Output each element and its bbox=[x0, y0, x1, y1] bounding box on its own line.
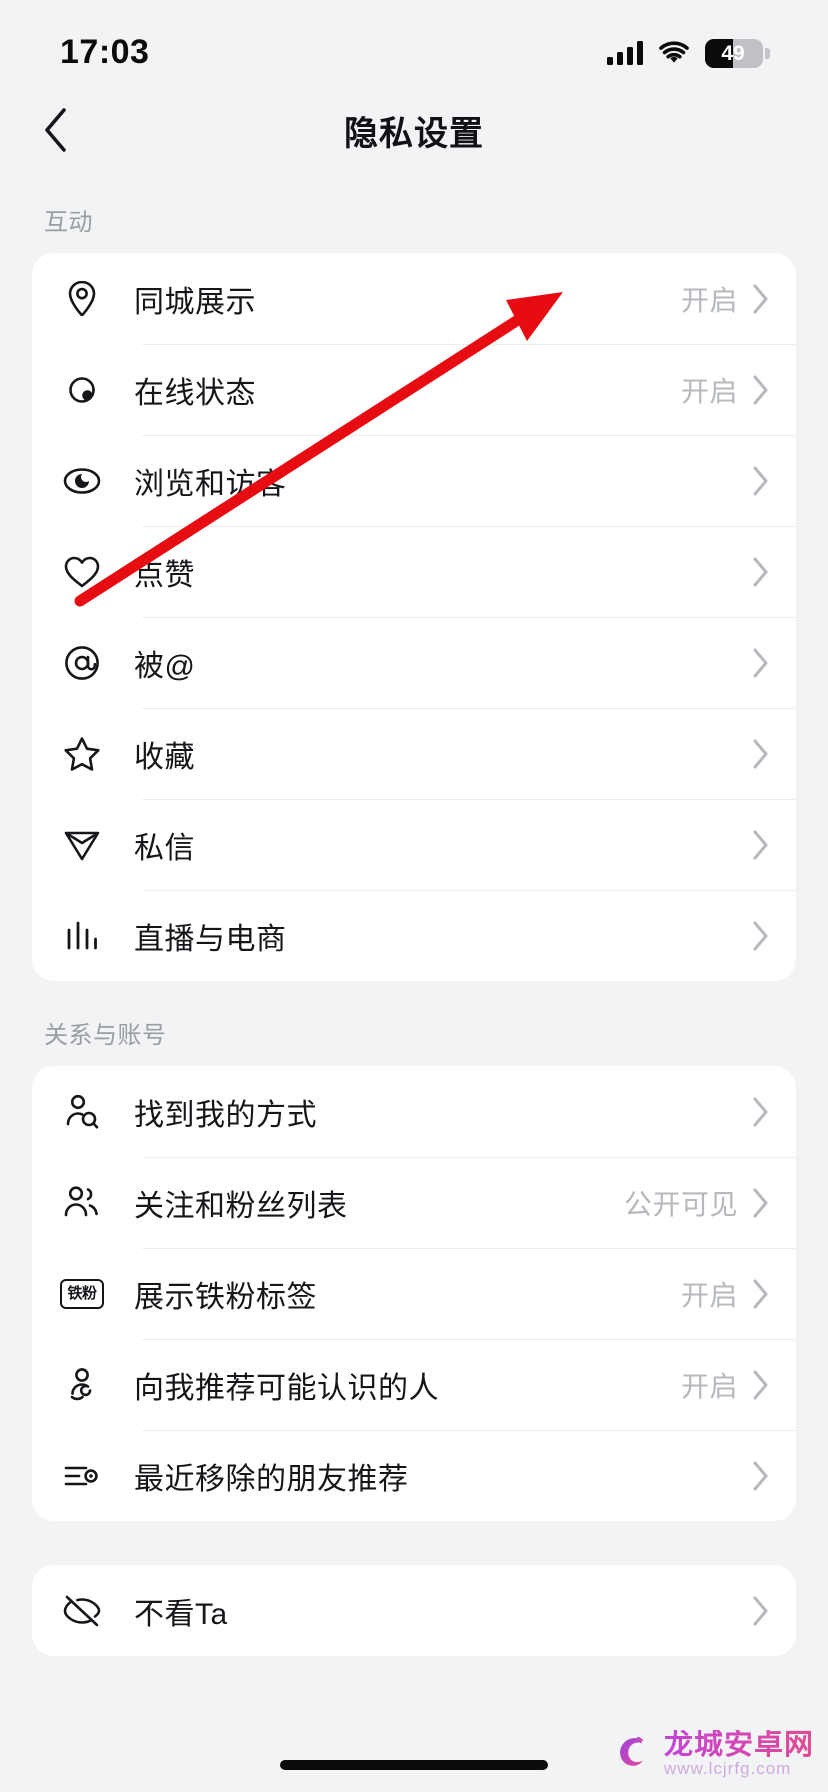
eye-icon bbox=[60, 459, 104, 503]
page-title: 隐私设置 bbox=[344, 114, 484, 153]
settings-row-dont-see-ta[interactable]: 不看Ta bbox=[32, 1565, 796, 1656]
status-bar-indicators: 49 bbox=[607, 38, 770, 68]
settings-row-label: 私信 bbox=[134, 831, 195, 865]
chevron-right-icon bbox=[753, 648, 768, 677]
dragon-logo-icon bbox=[620, 1736, 644, 1766]
settings-row-label: 被@ bbox=[134, 649, 196, 683]
eye-off-icon bbox=[60, 1589, 104, 1633]
settings-row-following-fans-list[interactable]: 关注和粉丝列表 公开可见 bbox=[32, 1157, 796, 1248]
settings-content: 互动 同城展示 开启 在线状态 开启 浏览和访客 点赞 被@ 收藏 私信 直播与… bbox=[0, 168, 828, 1656]
person-search-icon bbox=[60, 1090, 104, 1134]
people-group-icon bbox=[60, 1181, 104, 1225]
battery-cap bbox=[765, 47, 770, 59]
location-pin-icon bbox=[60, 277, 104, 321]
settings-row-favorites[interactable]: 收藏 bbox=[32, 708, 796, 799]
settings-row-label: 最近移除的朋友推荐 bbox=[134, 1462, 409, 1496]
home-indicator bbox=[280, 1760, 548, 1770]
settings-row-mentions[interactable]: 被@ bbox=[32, 617, 796, 708]
settings-row-label: 在线状态 bbox=[134, 376, 256, 410]
settings-card-blocking: 不看Ta bbox=[32, 1565, 796, 1656]
site-watermark: 龙城安卓网 www.lcjrfg.com bbox=[610, 1728, 814, 1779]
watermark-url: www.lcjrfg.com bbox=[663, 1759, 792, 1779]
send-message-icon bbox=[60, 823, 104, 867]
chevron-right-icon bbox=[753, 1279, 768, 1308]
settings-row-recommend-people[interactable]: 向我推荐可能认识的人 开启 bbox=[32, 1339, 796, 1430]
chevron-right-icon bbox=[753, 375, 768, 404]
bar-chart-icon bbox=[60, 914, 104, 958]
person-suggest-icon bbox=[60, 1363, 104, 1407]
chevron-right-icon bbox=[753, 1461, 768, 1490]
iron-fan-badge-text: 铁粉 bbox=[67, 1285, 97, 1302]
settings-row-label: 同城展示 bbox=[134, 285, 256, 319]
chevron-right-icon bbox=[753, 739, 768, 768]
battery-percent-label: 49 bbox=[721, 41, 745, 65]
settings-row-label: 点赞 bbox=[134, 558, 195, 592]
iron-fan-badge-icon: 铁粉 bbox=[60, 1272, 104, 1316]
chevron-right-icon bbox=[753, 1097, 768, 1126]
section-header-relations-account: 关系与账号 bbox=[44, 1022, 167, 1049]
list-remove-icon bbox=[60, 1454, 104, 1498]
settings-row-label: 找到我的方式 bbox=[134, 1098, 317, 1132]
settings-row-iron-fan-badge[interactable]: 铁粉 展示铁粉标签 开启 bbox=[32, 1248, 796, 1339]
settings-row-label: 展示铁粉标签 bbox=[134, 1280, 317, 1314]
heart-icon bbox=[60, 550, 104, 594]
settings-row-label: 关注和粉丝列表 bbox=[134, 1189, 348, 1223]
chevron-left-icon bbox=[45, 108, 66, 152]
chevron-right-icon bbox=[753, 830, 768, 859]
settings-row-label: 收藏 bbox=[134, 740, 195, 774]
settings-card-relations-account: 找到我的方式 关注和粉丝列表 公开可见 铁粉 展示铁粉标签 开启 向我推荐可能认… bbox=[32, 1066, 796, 1521]
watermark-title: 龙城安卓网 bbox=[663, 1728, 814, 1761]
chevron-right-icon bbox=[753, 1370, 768, 1399]
settings-row-value: 开启 bbox=[680, 284, 738, 316]
settings-row-same-city[interactable]: 同城展示 开启 bbox=[32, 253, 796, 344]
chevron-right-icon bbox=[753, 1188, 768, 1217]
status-bar: 17:03 49 bbox=[0, 0, 828, 92]
chevron-right-icon bbox=[753, 284, 768, 313]
chevron-right-icon bbox=[753, 1596, 768, 1625]
settings-row-direct-messages[interactable]: 私信 bbox=[32, 799, 796, 890]
settings-row-label: 浏览和访客 bbox=[134, 467, 287, 501]
settings-row-browse-visitors[interactable]: 浏览和访客 bbox=[32, 435, 796, 526]
settings-row-value: 开启 bbox=[680, 1370, 738, 1402]
settings-card-interaction: 同城展示 开启 在线状态 开启 浏览和访客 点赞 被@ 收藏 私信 直播与电商 bbox=[32, 253, 796, 981]
navigation-bar: 隐私设置 bbox=[0, 92, 828, 168]
settings-row-label: 不看Ta bbox=[134, 1597, 228, 1631]
wifi-icon bbox=[659, 40, 689, 63]
section-header-interaction: 互动 bbox=[44, 209, 93, 236]
star-icon bbox=[60, 732, 104, 776]
battery-icon: 49 bbox=[705, 38, 763, 68]
settings-row-online-status[interactable]: 在线状态 开启 bbox=[32, 344, 796, 435]
settings-row-value: 公开可见 bbox=[623, 1188, 738, 1220]
settings-row-likes[interactable]: 点赞 bbox=[32, 526, 796, 617]
back-button[interactable] bbox=[24, 99, 86, 161]
settings-row-live-ecommerce[interactable]: 直播与电商 bbox=[32, 890, 796, 981]
status-bar-time: 17:03 bbox=[60, 32, 150, 71]
cellular-signal-icon bbox=[607, 41, 643, 65]
settings-row-value: 开启 bbox=[680, 375, 738, 407]
settings-row-label: 直播与电商 bbox=[134, 922, 287, 956]
settings-row-value: 开启 bbox=[680, 1279, 738, 1311]
at-sign-icon bbox=[60, 641, 104, 685]
settings-row-find-me[interactable]: 找到我的方式 bbox=[32, 1066, 796, 1157]
settings-row-label: 向我推荐可能认识的人 bbox=[134, 1371, 439, 1405]
chevron-right-icon bbox=[753, 466, 768, 495]
chevron-right-icon bbox=[753, 557, 768, 586]
settings-row-recently-removed[interactable]: 最近移除的朋友推荐 bbox=[32, 1430, 796, 1521]
online-status-icon bbox=[60, 368, 104, 412]
chevron-right-icon bbox=[753, 921, 768, 950]
